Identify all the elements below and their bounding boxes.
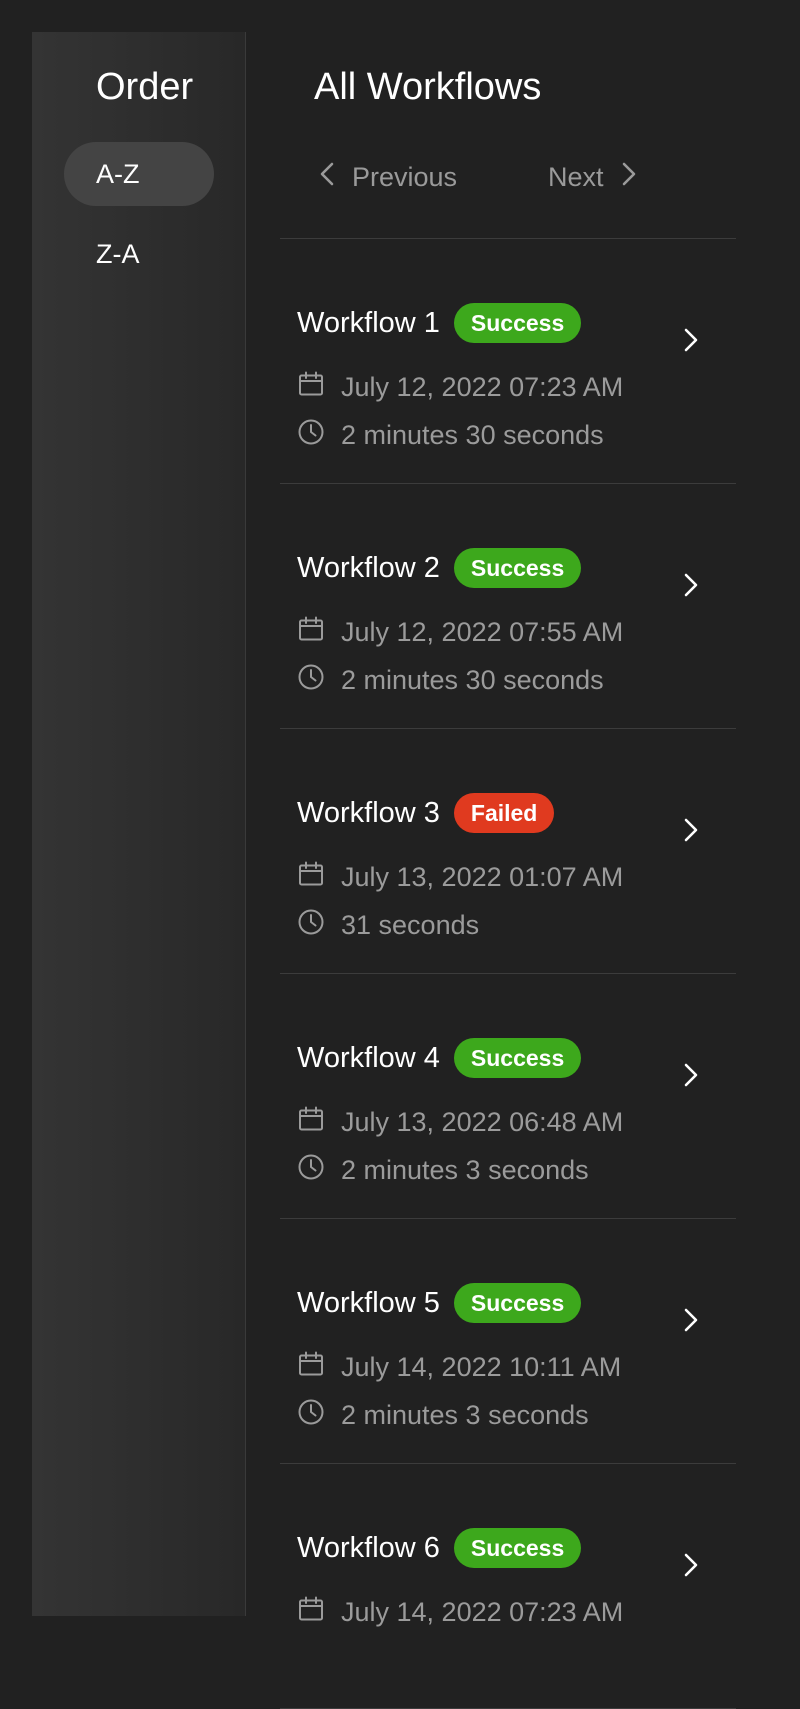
calendar-icon: [297, 1105, 325, 1140]
workflow-header: Workflow 1 Success: [297, 301, 582, 345]
workflow-header: Workflow 3 Failed: [297, 791, 555, 835]
clock-icon: [297, 908, 325, 943]
status-badge: Success: [453, 1283, 582, 1323]
clock-icon: [297, 418, 325, 453]
page-title: All Workflows: [314, 66, 542, 108]
calendar-icon: [297, 1350, 325, 1385]
workflow-duration-text: 2 minutes 30 seconds: [341, 664, 604, 695]
chevron-right-icon[interactable]: [680, 1550, 702, 1580]
workflow-date: July 13, 2022 01:07 AM: [297, 857, 623, 897]
workflow-date-text: July 12, 2022 07:23 AM: [341, 371, 624, 402]
workflow-name: Workflow 3: [297, 796, 440, 829]
workflow-header: Workflow 2 Success: [297, 546, 582, 590]
workflow-duration: 31 seconds: [297, 905, 479, 945]
workflow-date: July 13, 2022 06:48 AM: [297, 1102, 623, 1142]
workflow-date-text: July 14, 2022 10:11 AM: [341, 1351, 622, 1382]
workflow-name: Workflow 4: [297, 1041, 440, 1074]
clock-icon: [297, 663, 325, 698]
workflow-row[interactable]: Workflow 5 Success July 14, 2022 10:11 AM 2…: [280, 1219, 736, 1463]
workflow-duration-text: 2 minutes 3 seconds: [341, 1399, 589, 1430]
chevron-right-icon[interactable]: [680, 1305, 702, 1335]
workflow-header: Workflow 4 Success: [297, 1036, 582, 1080]
next-page-button[interactable]: Next: [548, 152, 640, 202]
sort-option-z-a[interactable]: Z-A: [64, 222, 214, 286]
workflow-duration-text: 31 seconds: [341, 909, 480, 940]
calendar-icon: [297, 860, 325, 895]
chevron-left-icon: [316, 160, 338, 195]
workflow-row[interactable]: Workflow 4 Success July 13, 2022 06:48 AM 2…: [280, 974, 736, 1218]
workflow-name: Workflow 2: [297, 551, 440, 584]
calendar-icon: [297, 615, 325, 650]
clock-icon: [297, 1153, 325, 1188]
workflow-row[interactable]: Workflow 3 Failed July 13, 2022 01:07 AM 31…: [280, 729, 736, 973]
workflow-row[interactable]: Workflow 2 Success July 12, 2022 07:55 AM 2…: [280, 484, 736, 728]
workflow-date: July 12, 2022 07:55 AM: [297, 612, 623, 652]
previous-page-label: Previous: [352, 161, 458, 192]
calendar-icon: [297, 370, 325, 405]
workflow-row[interactable]: Workflow 6 Success July 14, 2022 07:23 AM: [280, 1464, 736, 1708]
workflow-duration: 2 minutes 30 seconds: [297, 660, 604, 700]
status-badge: Failed: [453, 793, 555, 833]
workflow-name: Workflow 1: [297, 306, 440, 339]
workflow-date-text: July 14, 2022 07:23 AM: [341, 1596, 624, 1627]
status-badge: Success: [453, 1038, 582, 1078]
status-badge: Success: [453, 1528, 582, 1568]
workflow-header: Workflow 6 Success: [297, 1526, 582, 1570]
sort-title: Order: [96, 66, 194, 108]
chevron-right-icon[interactable]: [680, 1060, 702, 1090]
workflow-name: Workflow 6: [297, 1531, 440, 1564]
clock-icon: [297, 1398, 325, 1433]
workflow-duration-text: 2 minutes 3 seconds: [341, 1154, 589, 1185]
calendar-icon: [297, 1595, 325, 1630]
workflow-date-text: July 13, 2022 06:48 AM: [341, 1106, 624, 1137]
previous-page-button[interactable]: Previous: [316, 152, 457, 202]
workflow-date-text: July 12, 2022 07:55 AM: [341, 616, 624, 647]
chevron-right-icon[interactable]: [680, 815, 702, 845]
workflow-duration-text: 2 minutes 30 seconds: [341, 419, 604, 450]
workflow-date: July 14, 2022 07:23 AM: [297, 1592, 623, 1632]
chevron-right-icon: [618, 160, 640, 195]
workflow-duration: 2 minutes 3 seconds: [297, 1395, 589, 1435]
next-page-label: Next: [548, 161, 604, 192]
workflow-header: Workflow 5 Success: [297, 1281, 582, 1325]
workflow-date-text: July 13, 2022 01:07 AM: [341, 861, 624, 892]
sort-option-a-z[interactable]: A-Z: [64, 142, 214, 206]
workflow-date: July 12, 2022 07:23 AM: [297, 367, 623, 407]
chevron-right-icon[interactable]: [680, 570, 702, 600]
status-badge: Success: [453, 303, 582, 343]
status-badge: Success: [453, 548, 582, 588]
workflow-duration: 2 minutes 3 seconds: [297, 1150, 589, 1190]
workflow-name: Workflow 5: [297, 1286, 440, 1319]
workflow-date: July 14, 2022 10:11 AM: [297, 1347, 621, 1387]
workflow-row[interactable]: Workflow 1 Success July 12, 2022 07:23 AM 2…: [280, 239, 736, 483]
chevron-right-icon[interactable]: [680, 325, 702, 355]
workflow-duration: 2 minutes 30 seconds: [297, 415, 604, 455]
sort-sidebar: Order A-Z Z-A: [32, 32, 246, 1616]
